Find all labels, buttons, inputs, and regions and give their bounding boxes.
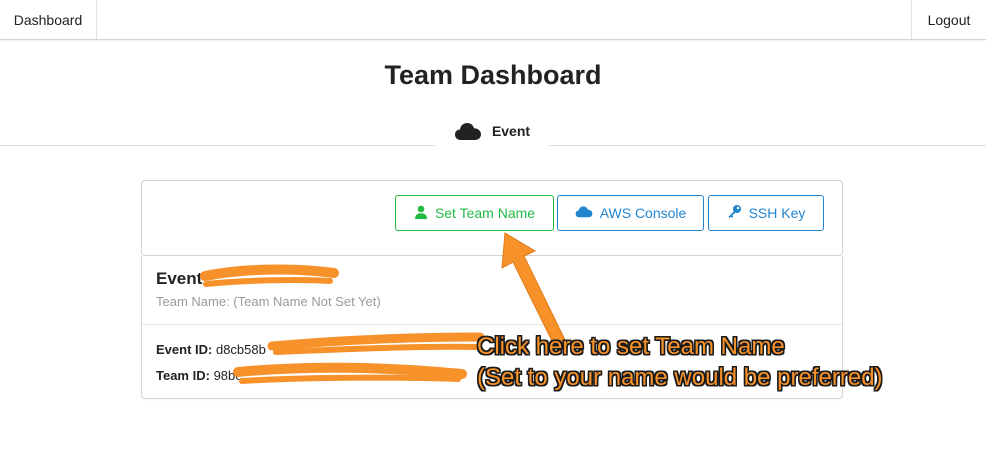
event-label: Event	[491, 123, 531, 139]
ssh-key-button[interactable]: SSH Key	[708, 195, 824, 231]
dashboard-link[interactable]: Dashboard	[0, 0, 97, 39]
ssh-key-label: SSH Key	[748, 205, 806, 221]
team-name-status: Team Name: (Team Name Not Set Yet)	[156, 294, 381, 309]
annotation-line-2: (Set to your name would be preferred)	[477, 364, 883, 391]
annotation-line-1: Click here to set Team Name	[477, 333, 785, 360]
set-team-name-button[interactable]: Set Team Name	[395, 195, 554, 231]
aws-console-label: AWS Console	[599, 205, 687, 221]
event-card-header: Event Team Name: (Team Name Not Set Yet)	[142, 256, 842, 325]
event-id-label: Event ID:	[156, 342, 213, 357]
event-id-value: d8cb58b	[215, 342, 266, 357]
key-icon	[727, 204, 742, 222]
logout-link[interactable]: Logout	[911, 0, 986, 39]
cloud-icon	[575, 205, 593, 221]
set-team-name-label: Set Team Name	[434, 205, 536, 221]
user-icon	[414, 205, 428, 222]
event-section-header: Event	[435, 113, 549, 149]
team-id-row: Team ID: 98be	[156, 368, 242, 383]
event-title: Event	[156, 269, 203, 288]
event-id-row: Event ID: d8cb58b	[156, 342, 266, 357]
cloud-icon	[454, 121, 482, 141]
aws-console-button[interactable]: AWS Console	[557, 195, 704, 231]
action-panel: Set Team Name AWS Console SSH Key	[141, 180, 843, 256]
page-title: Team Dashboard	[384, 60, 602, 90]
team-id-value: 98be	[213, 368, 243, 383]
top-nav: Dashboard Logout	[0, 0, 986, 40]
team-id-label: Team ID:	[156, 368, 210, 383]
